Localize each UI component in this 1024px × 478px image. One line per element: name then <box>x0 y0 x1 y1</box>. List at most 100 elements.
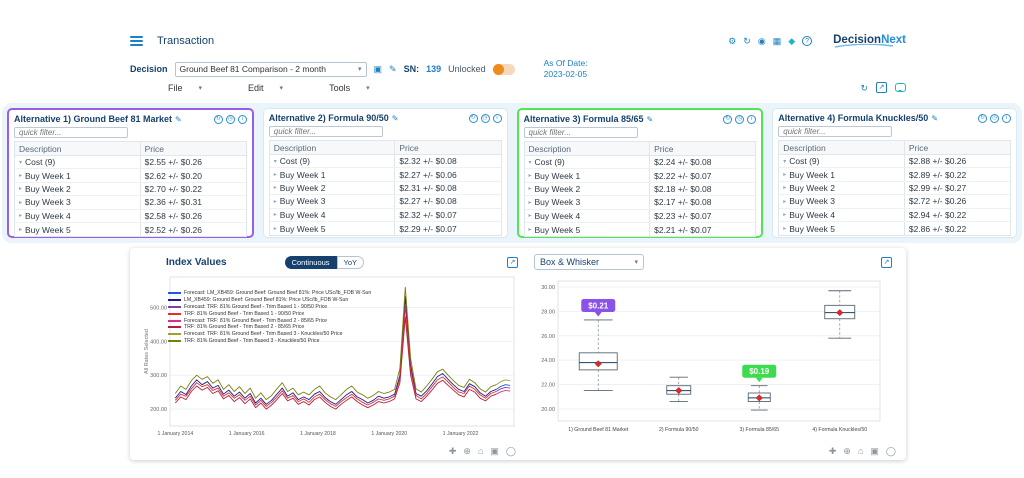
clock-icon[interactable]: ◷ <box>735 115 744 124</box>
table-row[interactable]: ▸Buy Week 1$2.62 +/- $0.20 <box>15 169 246 182</box>
refresh-icon[interactable]: ↻ <box>469 114 478 123</box>
chevron-down-icon[interactable]: ▾ <box>19 159 22 166</box>
clock-icon[interactable]: ◷ <box>481 114 490 123</box>
save-icon[interactable]: ▣ <box>490 446 499 457</box>
edit-icon[interactable]: ✎ <box>175 115 182 124</box>
legend-entry[interactable]: TRF: 81% Ground Beef - Trim Based 1 - 90… <box>168 310 371 317</box>
column-price[interactable]: Price <box>649 142 755 155</box>
home-icon[interactable]: ⌂ <box>478 446 483 457</box>
refresh-icon[interactable]: ↻ <box>723 115 732 124</box>
apps-icon[interactable]: ▦ <box>773 36 782 46</box>
legend-entry[interactable]: TRF: 81% Ground Beef - Trim Based 3 - Kn… <box>168 338 371 345</box>
refresh-icon[interactable]: ↻ <box>214 115 223 124</box>
refresh-icon[interactable]: ↻ <box>743 36 751 46</box>
table-row[interactable]: ▸Buy Week 5$2.21 +/- $0.07 <box>525 223 756 236</box>
export-icon[interactable]: ↗ <box>507 257 518 268</box>
column-description[interactable]: Description <box>270 141 395 154</box>
table-row[interactable]: ▸Buy Week 4$2.58 +/- $0.26 <box>15 210 246 223</box>
hamburger-menu-icon[interactable] <box>130 36 143 46</box>
quick-filter-input[interactable] <box>778 126 892 137</box>
chevron-right-icon[interactable]: ▸ <box>274 225 277 232</box>
column-description[interactable]: Description <box>525 142 650 155</box>
legend-entry[interactable]: Forecast: LM_XB459: Ground Beef: Ground … <box>168 290 371 297</box>
box-whisker-chart[interactable]: 20.0022.0024.0026.0028.0030.001) Ground … <box>528 271 890 451</box>
chevron-down-icon[interactable]: ▾ <box>783 158 786 165</box>
edit-icon[interactable]: ✎ <box>931 114 938 123</box>
comment-icon[interactable] <box>895 83 906 92</box>
chevron-right-icon[interactable]: ▸ <box>783 171 786 178</box>
table-row[interactable]: ▸Buy Week 3$2.17 +/- $0.08 <box>525 196 756 209</box>
export-icon[interactable]: ↗ <box>876 82 887 93</box>
status-icon[interactable]: ◆ <box>788 36 795 46</box>
chevron-right-icon[interactable]: ▸ <box>19 185 22 192</box>
edit-icon[interactable]: ✎ <box>647 115 654 124</box>
table-row[interactable]: ▸Buy Week 2$2.31 +/- $0.08 <box>270 182 501 195</box>
info-icon[interactable]: i <box>493 114 502 123</box>
table-row[interactable]: ▾Cost (9)$2.24 +/- $0.08 <box>525 156 756 169</box>
table-row[interactable]: ▸Buy Week 5$2.29 +/- $0.07 <box>270 222 501 235</box>
decision-select[interactable]: Ground Beef 81 Comparison - 2 month ▾ <box>175 62 367 77</box>
reset-icon[interactable]: ◯ <box>886 446 896 457</box>
info-icon[interactable]: i <box>747 115 756 124</box>
table-row[interactable]: ▸Buy Week 5$2.52 +/- $0.26 <box>15 223 246 236</box>
chevron-right-icon[interactable]: ▸ <box>529 212 532 219</box>
table-row[interactable]: ▾Cost (9)$2.88 +/- $0.26 <box>779 155 1010 168</box>
gear-icon[interactable]: ⚙ <box>728 36 736 46</box>
table-row[interactable]: ▸Buy Week 1$2.22 +/- $0.07 <box>525 169 756 182</box>
toggle-continuous[interactable]: Continuous <box>285 256 337 269</box>
bookmark-icon[interactable]: ▣ <box>374 64 383 75</box>
refresh-icon[interactable]: ↻ <box>978 114 987 123</box>
eye-icon[interactable]: ◉ <box>758 36 766 46</box>
chevron-right-icon[interactable]: ▸ <box>19 226 22 233</box>
chevron-right-icon[interactable]: ▸ <box>783 225 786 232</box>
chevron-right-icon[interactable]: ▸ <box>783 184 786 191</box>
zoom-icon[interactable]: ⊕ <box>463 446 471 457</box>
edit-icon[interactable]: ✎ <box>392 114 399 123</box>
chevron-right-icon[interactable]: ▸ <box>274 198 277 205</box>
export-icon[interactable]: ↗ <box>881 257 892 268</box>
chevron-right-icon[interactable]: ▸ <box>529 172 532 179</box>
table-row[interactable]: ▸Buy Week 3$2.72 +/- $0.26 <box>779 195 1010 208</box>
quick-filter-input[interactable] <box>269 126 383 137</box>
table-row[interactable]: ▸Buy Week 2$2.18 +/- $0.08 <box>525 183 756 196</box>
column-description[interactable]: Description <box>779 141 904 154</box>
lock-toggle[interactable] <box>493 64 515 75</box>
clock-icon[interactable]: ◷ <box>226 115 235 124</box>
table-row[interactable]: ▾Cost (9)$2.32 +/- $0.08 <box>270 155 501 168</box>
menu-edit[interactable]: Edit▾ <box>248 83 283 93</box>
help-icon[interactable]: ? <box>802 36 812 46</box>
table-row[interactable]: ▸Buy Week 3$2.27 +/- $0.08 <box>270 195 501 208</box>
toggle-yoy[interactable]: YoY <box>337 256 365 269</box>
save-icon[interactable]: ▣ <box>870 446 879 457</box>
table-row[interactable]: ▸Buy Week 3$2.36 +/- $0.31 <box>15 196 246 209</box>
chart-type-select[interactable]: Box & Whisker ▾ <box>534 254 644 270</box>
chevron-down-icon[interactable]: ▾ <box>529 159 532 166</box>
quick-filter-input[interactable] <box>14 127 128 138</box>
table-row[interactable]: ▸Buy Week 2$2.99 +/- $0.27 <box>779 182 1010 195</box>
table-row[interactable]: ▸Buy Week 5$2.86 +/- $0.22 <box>779 222 1010 235</box>
reset-icon[interactable]: ◯ <box>506 446 516 457</box>
legend-entry[interactable]: Forecast: TRF: 81% Ground Beef - Trim Ba… <box>168 317 371 324</box>
chevron-right-icon[interactable]: ▸ <box>529 226 532 233</box>
chevron-right-icon[interactable]: ▸ <box>19 172 22 179</box>
table-row[interactable]: ▸Buy Week 2$2.70 +/- $0.22 <box>15 183 246 196</box>
sync-icon[interactable]: ↻ <box>860 83 868 93</box>
chevron-right-icon[interactable]: ▸ <box>529 199 532 206</box>
chevron-right-icon[interactable]: ▸ <box>274 184 277 191</box>
info-icon[interactable]: i <box>1002 114 1011 123</box>
pan-icon[interactable]: ✚ <box>449 446 457 457</box>
legend-entry[interactable]: Forecast: TRF: 81% Ground Beef - Trim Ba… <box>168 331 371 338</box>
zoom-icon[interactable]: ⊕ <box>843 446 851 457</box>
chevron-down-icon[interactable]: ▾ <box>274 158 277 165</box>
clock-icon[interactable]: ◷ <box>990 114 999 123</box>
table-row[interactable]: ▸Buy Week 1$2.89 +/- $0.22 <box>779 168 1010 181</box>
column-price[interactable]: Price <box>140 142 246 155</box>
table-row[interactable]: ▸Buy Week 4$2.23 +/- $0.07 <box>525 210 756 223</box>
table-row[interactable]: ▾Cost (9)$2.55 +/- $0.26 <box>15 156 246 169</box>
column-description[interactable]: Description <box>15 142 140 155</box>
chevron-right-icon[interactable]: ▸ <box>783 198 786 205</box>
chevron-right-icon[interactable]: ▸ <box>783 211 786 218</box>
edit-decision-icon[interactable]: ✎ <box>389 64 397 75</box>
table-row[interactable]: ▸Buy Week 4$2.94 +/- $0.22 <box>779 209 1010 222</box>
column-price[interactable]: Price <box>394 141 500 154</box>
